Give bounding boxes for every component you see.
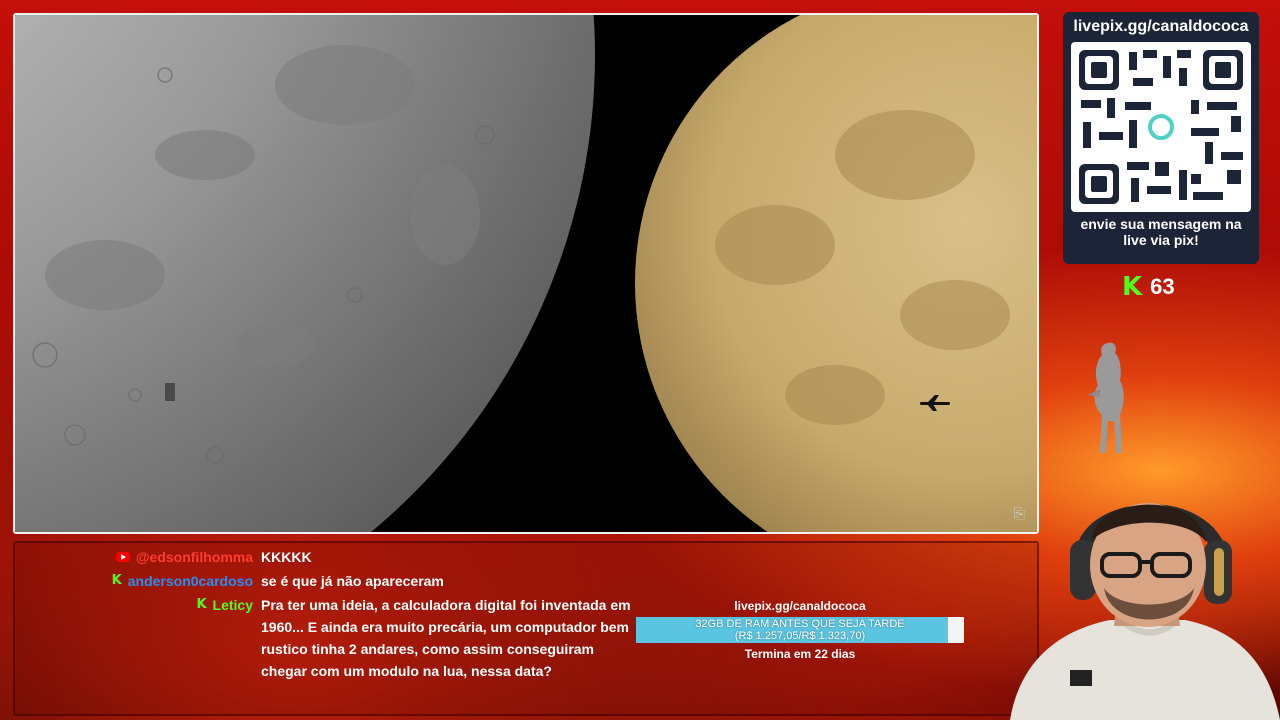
chat-username: @edsonfilhomma: [135, 549, 253, 565]
youtube-icon: [115, 552, 130, 562]
moon-video: [15, 15, 1037, 532]
statue-image: [1088, 342, 1124, 453]
chat-message: @edsonfilhomma KKKKK: [13, 546, 631, 568]
chat-text: KKKKK: [261, 549, 312, 565]
qr-caption: envie sua mensagem na live via pix!: [1080, 216, 1242, 248]
goal-amount: (R$ 1.257,05/R$ 1.323,70): [734, 630, 866, 642]
kick-icon: K: [111, 573, 122, 588]
chat-username: Leticy: [212, 597, 253, 613]
video-player[interactable]: ⎘: [13, 13, 1039, 534]
pix-qr-card: livepix.gg/canaldococa envie sua mensage…: [1063, 12, 1259, 264]
qr-code-icon: [1079, 50, 1243, 204]
kick-icon: K: [196, 597, 207, 612]
chat-text: Pra ter uma ideia, a calculadora digital…: [261, 597, 631, 679]
donation-goal: livepix.gg/canaldococa 32GB DE RAM ANTES…: [636, 598, 964, 661]
webcam-feed: [1010, 503, 1280, 720]
goal-name: 32GB DE RAM ANTES QUE SEJA TARDE: [695, 618, 905, 630]
viewer-counter: K 63: [1122, 272, 1175, 302]
goal-deadline: Termina em 22 dias: [744, 647, 856, 661]
chat-username: anderson0cardoso: [127, 573, 253, 589]
chat-text: se é que já não apareceram: [261, 573, 444, 589]
goal-progress-bar: 32GB DE RAM ANTES QUE SEJA TARDE (R$ 1.2…: [636, 617, 964, 643]
chat-message: K Leticy Pra ter uma ideia, a calculador…: [13, 594, 631, 682]
chat-message: K anderson0cardoso se é que já não apare…: [13, 570, 631, 592]
kick-icon: K: [1122, 272, 1143, 302]
viewer-count: 63: [1150, 274, 1175, 299]
goal-title: livepix.gg/canaldococa: [734, 599, 866, 613]
qr-code: [1071, 42, 1251, 212]
qr-title: livepix.gg/canaldococa: [1073, 18, 1249, 35]
